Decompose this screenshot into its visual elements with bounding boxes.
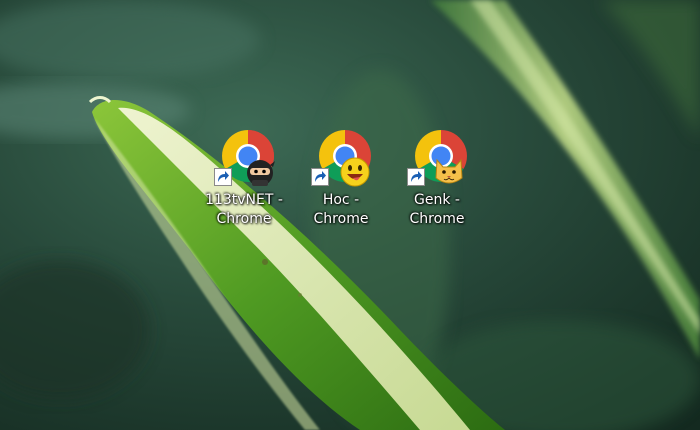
shortcut-arrow-icon [214, 168, 232, 186]
desktop-shortcut-hoc-chrome[interactable]: Hoc - Chrome [295, 128, 387, 232]
shortcut-label: Genk - Chrome [409, 192, 465, 227]
shortcut-arrow-icon [407, 168, 425, 186]
smiley-face-icon [340, 157, 370, 187]
desktop-shortcut-113tvnet-chrome[interactable]: 113tvNET - Chrome [198, 128, 290, 232]
shortcut-arrow-icon [311, 168, 329, 186]
desktop-shortcut-genk-chrome[interactable]: Genk - Chrome [391, 128, 483, 232]
shortcut-label: 113tvNET - Chrome [205, 192, 283, 227]
shortcut-label: Hoc - Chrome [313, 192, 369, 227]
ninja-icon [247, 160, 275, 186]
cat-face-icon [435, 158, 463, 184]
desktop[interactable]: 113tvNET - Chrome Hoc - Chrome Genk - Ch… [0, 0, 700, 430]
